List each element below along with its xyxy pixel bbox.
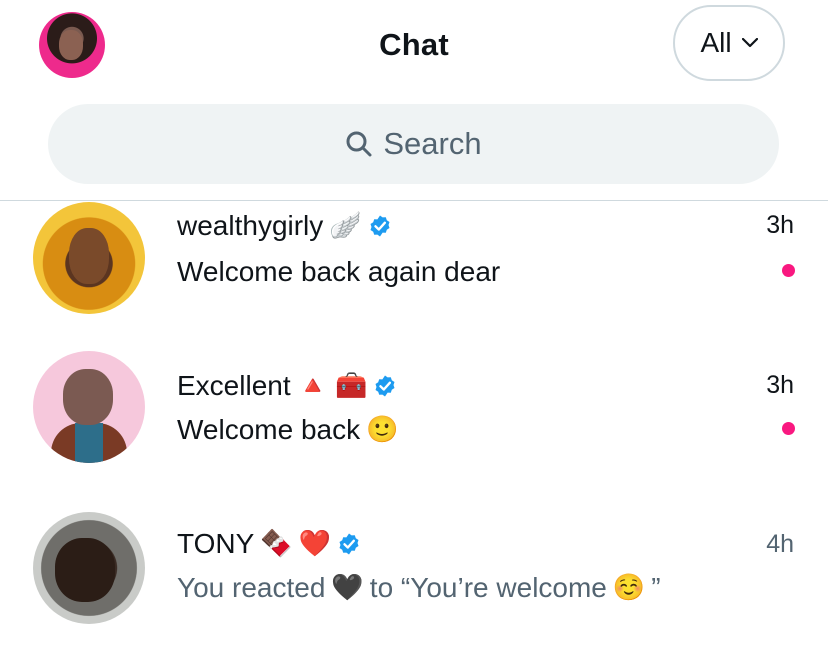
conversation-row[interactable]: wealthygirly 🪽 Welcome back again dear 3… bbox=[0, 201, 828, 351]
red-heart-emoji: ❤️ bbox=[298, 529, 332, 559]
avatar[interactable] bbox=[33, 512, 145, 624]
conversation-name: Excellent 🔺 🧰 bbox=[177, 370, 397, 402]
unread-dot bbox=[782, 422, 795, 435]
conversation-name: wealthygirly 🪽 bbox=[177, 210, 392, 242]
message-suffix: to “You’re welcome bbox=[369, 572, 607, 603]
timestamp: 3h bbox=[766, 371, 794, 399]
verified-badge-icon bbox=[375, 375, 395, 397]
black-heart-emoji: 🖤 bbox=[331, 573, 364, 603]
timestamp: 4h bbox=[766, 530, 794, 558]
chocolate-emoji: 🍫 bbox=[260, 529, 293, 559]
message-close-quote: ” bbox=[651, 572, 661, 603]
message-preview: Welcome back again dear bbox=[177, 256, 501, 287]
chevron-down-icon bbox=[741, 38, 758, 48]
wing-emoji: 🪽 bbox=[329, 211, 362, 241]
smile-emoji: 🙂 bbox=[366, 415, 399, 445]
conversation-row[interactable]: TONY 🍫 ❤️ You reacted 🖤 to “You’re welco… bbox=[0, 510, 828, 660]
unread-dot bbox=[782, 264, 795, 277]
conversation-name: TONY 🍫 ❤️ bbox=[177, 528, 361, 560]
relieved-face-emoji: ☺️ bbox=[612, 573, 646, 603]
filter-label: All bbox=[700, 27, 732, 58]
search-placeholder: Search bbox=[383, 126, 482, 161]
verified-badge-icon bbox=[339, 533, 359, 555]
conversation-name-text: Excellent bbox=[177, 370, 291, 401]
conversation-name-text: wealthygirly bbox=[177, 210, 324, 241]
verified-badge-icon bbox=[370, 215, 390, 237]
message-preview: You reacted 🖤 to “You’re welcome ☺️ ” bbox=[177, 572, 661, 604]
toolbox-emoji: 🧰 bbox=[335, 371, 368, 401]
avatar[interactable] bbox=[33, 202, 145, 314]
conversation-row[interactable]: Excellent 🔺 🧰 Welcome back 🙂 3h bbox=[0, 351, 828, 501]
search-icon bbox=[346, 131, 372, 157]
message-preview: Welcome back 🙂 bbox=[177, 414, 398, 446]
search-input[interactable]: Search bbox=[48, 104, 779, 184]
message-prefix: You reacted bbox=[177, 572, 326, 603]
avatar[interactable] bbox=[33, 351, 145, 463]
message-text: Welcome back bbox=[177, 414, 361, 445]
red-triangle-emoji: 🔺 bbox=[296, 371, 329, 401]
timestamp: 3h bbox=[766, 211, 794, 239]
top-bar: Chat All bbox=[0, 0, 828, 90]
conversation-name-text: TONY bbox=[177, 528, 255, 559]
filter-dropdown-button[interactable]: All bbox=[673, 5, 785, 81]
